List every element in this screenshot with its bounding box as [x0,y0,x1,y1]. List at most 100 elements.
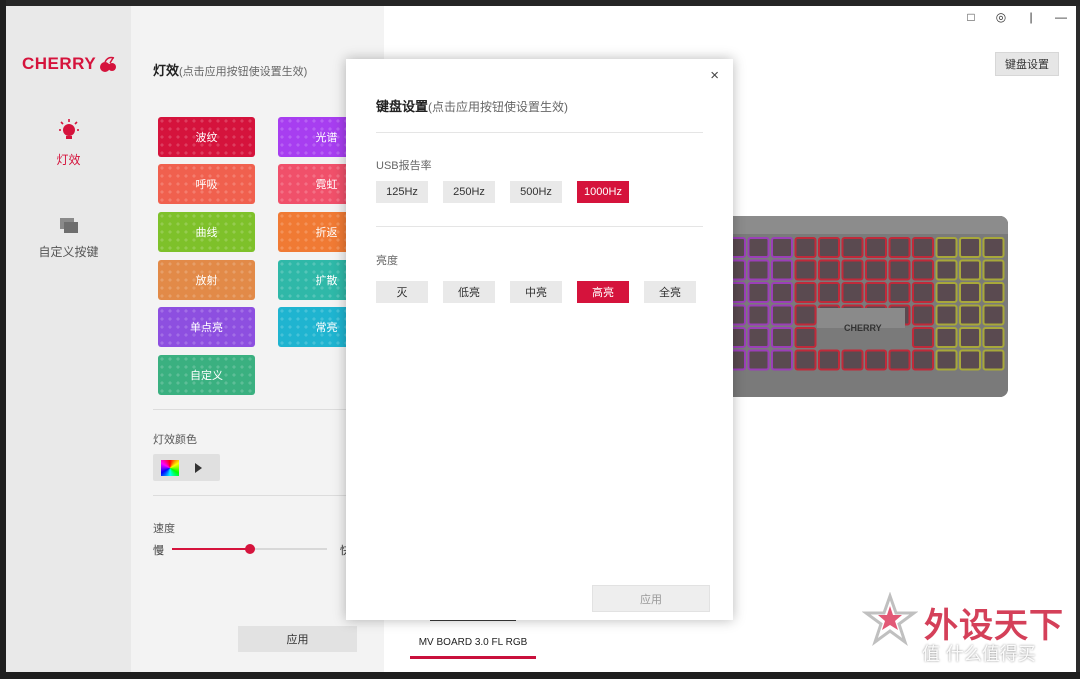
effect-curve[interactable]: 曲线 [158,212,255,252]
keycap [888,349,911,371]
keycap [818,349,840,371]
keycap [865,282,887,303]
cherry-logo: CHERRY [22,54,117,74]
keycap [818,259,840,281]
device-name: MV BOARD 3.0 FL RGB [418,637,528,648]
brightness-option-low[interactable]: 低亮 [443,281,495,303]
slider-fill [172,548,250,550]
window-controls: □ ◎ | — [964,10,1068,24]
keycap [912,304,934,326]
keycap [747,282,770,303]
usb-option-500hz[interactable]: 500Hz [510,181,562,203]
usb-rate-options: 125Hz 250Hz 500Hz 1000Hz [376,181,629,203]
feedback-icon[interactable]: □ [964,10,978,24]
keys-icon [59,218,78,233]
effect-custom[interactable]: 自定义 [158,355,255,395]
keycap [935,282,958,303]
keycap [771,259,793,281]
keycap [935,304,958,326]
effect-breathing[interactable]: 呼吸 [158,164,255,204]
slider-track[interactable] [172,544,327,554]
sidebar-item-lighting[interactable]: 灯效 [6,118,131,168]
watermark: 外设天下 值 什么值得买 [862,592,1072,672]
keycap [935,349,958,371]
keycap [865,349,887,371]
usb-option-250hz[interactable]: 250Hz [443,181,495,203]
color-swatch-icon [161,459,179,476]
keycap [982,237,1005,258]
keycap [771,282,793,303]
dialog-title-hint: (点击应用按钮使设置生效) [428,100,569,114]
play-icon [195,462,202,473]
keycap [747,259,770,281]
keycap [771,327,793,348]
keycap [959,237,981,258]
usb-option-125hz[interactable]: 125Hz [376,181,428,203]
usb-rate-label: USB报告率 [376,160,432,172]
close-icon[interactable]: × [710,67,719,84]
color-picker-button[interactable] [153,454,220,481]
dialog-title-text: 键盘设置 [376,99,429,114]
keycap [747,349,770,371]
keycap [841,259,864,281]
keycap [888,282,911,303]
effect-label: 单点亮 [190,322,223,334]
separator: | [1029,10,1033,24]
divider [376,226,703,227]
keycap [982,304,1005,326]
brightness-label: 亮度 [376,255,398,267]
keycap [841,349,864,371]
keycap [841,237,864,258]
cherry-icon [100,56,117,72]
keycap [959,304,981,326]
keycap [747,304,770,326]
settings-icon[interactable]: ◎ [994,10,1008,24]
keycap [935,327,958,348]
keycap [912,259,934,281]
sidebar-item-custom-keys[interactable]: 自定义按键 [6,216,131,260]
effect-single-point[interactable]: 单点亮 [158,307,255,347]
brightness-option-high[interactable]: 高亮 [577,281,629,303]
star-logo-icon [862,592,918,646]
dialog-apply-button[interactable]: 应用 [592,585,710,612]
color-label: 灯效颜色 [153,434,197,446]
panel-title-text: 灯效 [153,63,180,78]
keycap [841,282,864,303]
keycap [771,304,793,326]
keycap [982,349,1005,371]
divider [376,132,703,133]
usb-option-1000hz[interactable]: 1000Hz [577,181,629,203]
keycap [794,259,817,281]
dialog-title: 键盘设置(点击应用按钮使设置生效) [376,96,568,115]
apply-button[interactable]: 应用 [238,626,357,652]
bulb-icon [58,119,79,139]
effect-label: 自定义 [190,370,223,382]
effect-radiate[interactable]: 放射 [158,260,255,300]
brightness-option-medium[interactable]: 中亮 [510,281,562,303]
keyboard-settings-button[interactable]: 键盘设置 [995,52,1059,76]
effect-ripple[interactable]: 波纹 [158,117,255,157]
brightness-option-off[interactable]: 灭 [376,281,428,303]
keycap [982,327,1005,348]
keyboard-preview: CHERRY [722,216,1008,397]
minimize-icon[interactable]: — [1054,10,1068,24]
keycap [747,327,770,348]
effect-label: 光谱 [315,132,338,144]
logo-text: CHERRY [22,54,97,73]
panel-title: 灯效(点击应用按钮使设置生效) [153,60,307,79]
sidebar-item-label: 灯效 [56,153,81,167]
keycap [794,237,817,258]
slider-thumb[interactable] [244,544,255,554]
keyboard-image: CHERRY [722,216,1008,397]
svg-text:CHERRY: CHERRY [844,323,882,333]
keycap [912,282,934,303]
keycap [982,259,1005,281]
keycap [771,349,793,371]
keycap [818,237,840,258]
keycap [888,237,911,258]
effect-label: 扩散 [315,275,338,287]
brightness-option-full[interactable]: 全亮 [644,281,696,303]
speed-label: 速度 [153,523,175,535]
sidebar: CHERRY 灯效 自定义按键 [6,6,131,672]
keycap [888,259,911,281]
